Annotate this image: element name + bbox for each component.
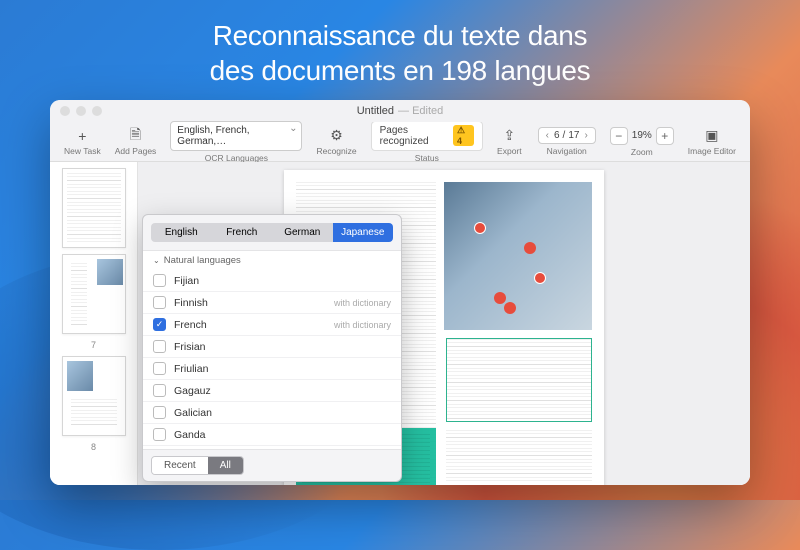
image-editor-button[interactable]: ▣ Image Editor [682, 128, 742, 156]
zoom-in-button[interactable]: + [656, 127, 674, 145]
toolbar: + New Task 🗎 Add Pages English, French, … [50, 122, 750, 162]
language-tab[interactable]: English [151, 223, 212, 242]
language-name: Frisian [174, 341, 206, 353]
window-controls[interactable] [60, 106, 102, 116]
add-pages-button[interactable]: 🗎 Add Pages [109, 128, 163, 156]
language-name: Fijian [174, 275, 199, 287]
minimize-icon[interactable] [76, 106, 86, 116]
checkbox[interactable] [153, 296, 166, 309]
language-panel-footer: Recent All [143, 450, 401, 481]
language-picker-panel: EnglishFrenchGermanJapanese ⌄ Natural la… [142, 214, 402, 482]
status-pill[interactable]: Pages recognized ⚠ 4 [371, 121, 483, 151]
window-title: Untitled [357, 105, 394, 117]
language-tab[interactable]: Japanese [333, 223, 394, 242]
language-name: Ganda [174, 429, 206, 441]
zoom-group: − 19% + Zoom [604, 127, 680, 157]
thumbnail-page[interactable] [62, 356, 126, 436]
language-row[interactable]: Fijian [143, 270, 401, 292]
close-icon[interactable] [60, 106, 70, 116]
navigation-group: ‹ 6 / 17 › Navigation [532, 127, 602, 156]
checkbox[interactable] [153, 384, 166, 397]
new-task-button[interactable]: + New Task [58, 128, 107, 156]
recognize-button[interactable]: ⚙ Recognize [310, 128, 362, 156]
language-row[interactable]: Friulian [143, 358, 401, 380]
zoom-out-button[interactable]: − [610, 127, 628, 145]
language-row[interactable]: Gagauz [143, 380, 401, 402]
dictionary-badge: with dictionary [334, 298, 391, 308]
marketing-headline: Reconnaissance du texte dans des documen… [0, 0, 800, 100]
thumbnail-sidebar[interactable]: 7 8 [50, 162, 138, 485]
language-row[interactable]: Frisian [143, 336, 401, 358]
thumbnail-page[interactable] [62, 168, 126, 248]
recent-segment-button[interactable]: Recent [152, 457, 208, 474]
zoom-icon[interactable] [92, 106, 102, 116]
checkbox[interactable] [153, 362, 166, 375]
plus-icon: + [74, 128, 90, 144]
dictionary-badge: with dictionary [334, 320, 391, 330]
language-name: Friulian [174, 363, 208, 375]
text-block [446, 338, 592, 422]
warning-badge: ⚠ 4 [453, 125, 474, 146]
content-area: 7 8 6 DATASHEET EnglishFrenchGermanJapan… [50, 162, 750, 485]
ocr-languages-group: English, French, German,… OCR Languages [164, 121, 308, 163]
status-group: Pages recognized ⚠ 4 Status [365, 121, 489, 163]
thumbnail-number: 8 [91, 442, 96, 452]
language-tab[interactable]: German [272, 223, 333, 242]
language-name: Galician [174, 407, 212, 419]
page-current[interactable]: 6 [554, 130, 560, 141]
titlebar: Untitled — Edited [50, 100, 750, 122]
app-window: Untitled — Edited + New Task 🗎 Add Pages… [50, 100, 750, 485]
page-hero-image [444, 182, 592, 330]
language-row[interactable]: Galician [143, 402, 401, 424]
checkbox[interactable] [153, 274, 166, 287]
export-button[interactable]: ⇪ Export [491, 128, 528, 156]
thumbnail-number: 7 [91, 340, 96, 350]
prev-page-button[interactable]: ‹ [544, 130, 551, 141]
checkbox[interactable] [153, 406, 166, 419]
zoom-value: 19% [632, 130, 652, 141]
next-page-button[interactable]: › [582, 130, 589, 141]
language-row[interactable]: ✓ French with dictionary [143, 314, 401, 336]
language-group-header[interactable]: ⌄ Natural languages [143, 251, 401, 270]
language-tab[interactable]: French [212, 223, 273, 242]
chevron-down-icon: ⌄ [153, 256, 160, 265]
checkbox[interactable]: ✓ [153, 318, 166, 331]
document-plus-icon: 🗎 [128, 128, 144, 144]
language-name: French [174, 319, 207, 331]
text-block [446, 430, 592, 482]
language-name: Gagauz [174, 385, 211, 397]
image-icon: ▣ [704, 128, 720, 144]
thumbnail-page[interactable] [62, 254, 126, 334]
ocr-language-dropdown[interactable]: English, French, German,… [170, 121, 302, 151]
checkbox[interactable] [153, 428, 166, 441]
export-icon: ⇪ [501, 128, 517, 144]
checkbox[interactable] [153, 340, 166, 353]
all-segment-button[interactable]: All [208, 457, 243, 474]
language-tabs: EnglishFrenchGermanJapanese [143, 215, 401, 250]
language-name: Finnish [174, 297, 208, 309]
page-total: 17 [568, 130, 579, 141]
language-list[interactable]: ⌄ Natural languages Fijian Finnish with di… [143, 250, 401, 450]
window-subtitle: — Edited [398, 105, 443, 117]
language-row[interactable]: Ganda [143, 424, 401, 446]
gear-icon: ⚙ [329, 128, 345, 144]
language-row[interactable]: Finnish with dictionary [143, 292, 401, 314]
status-text: Pages recognized [380, 125, 447, 147]
